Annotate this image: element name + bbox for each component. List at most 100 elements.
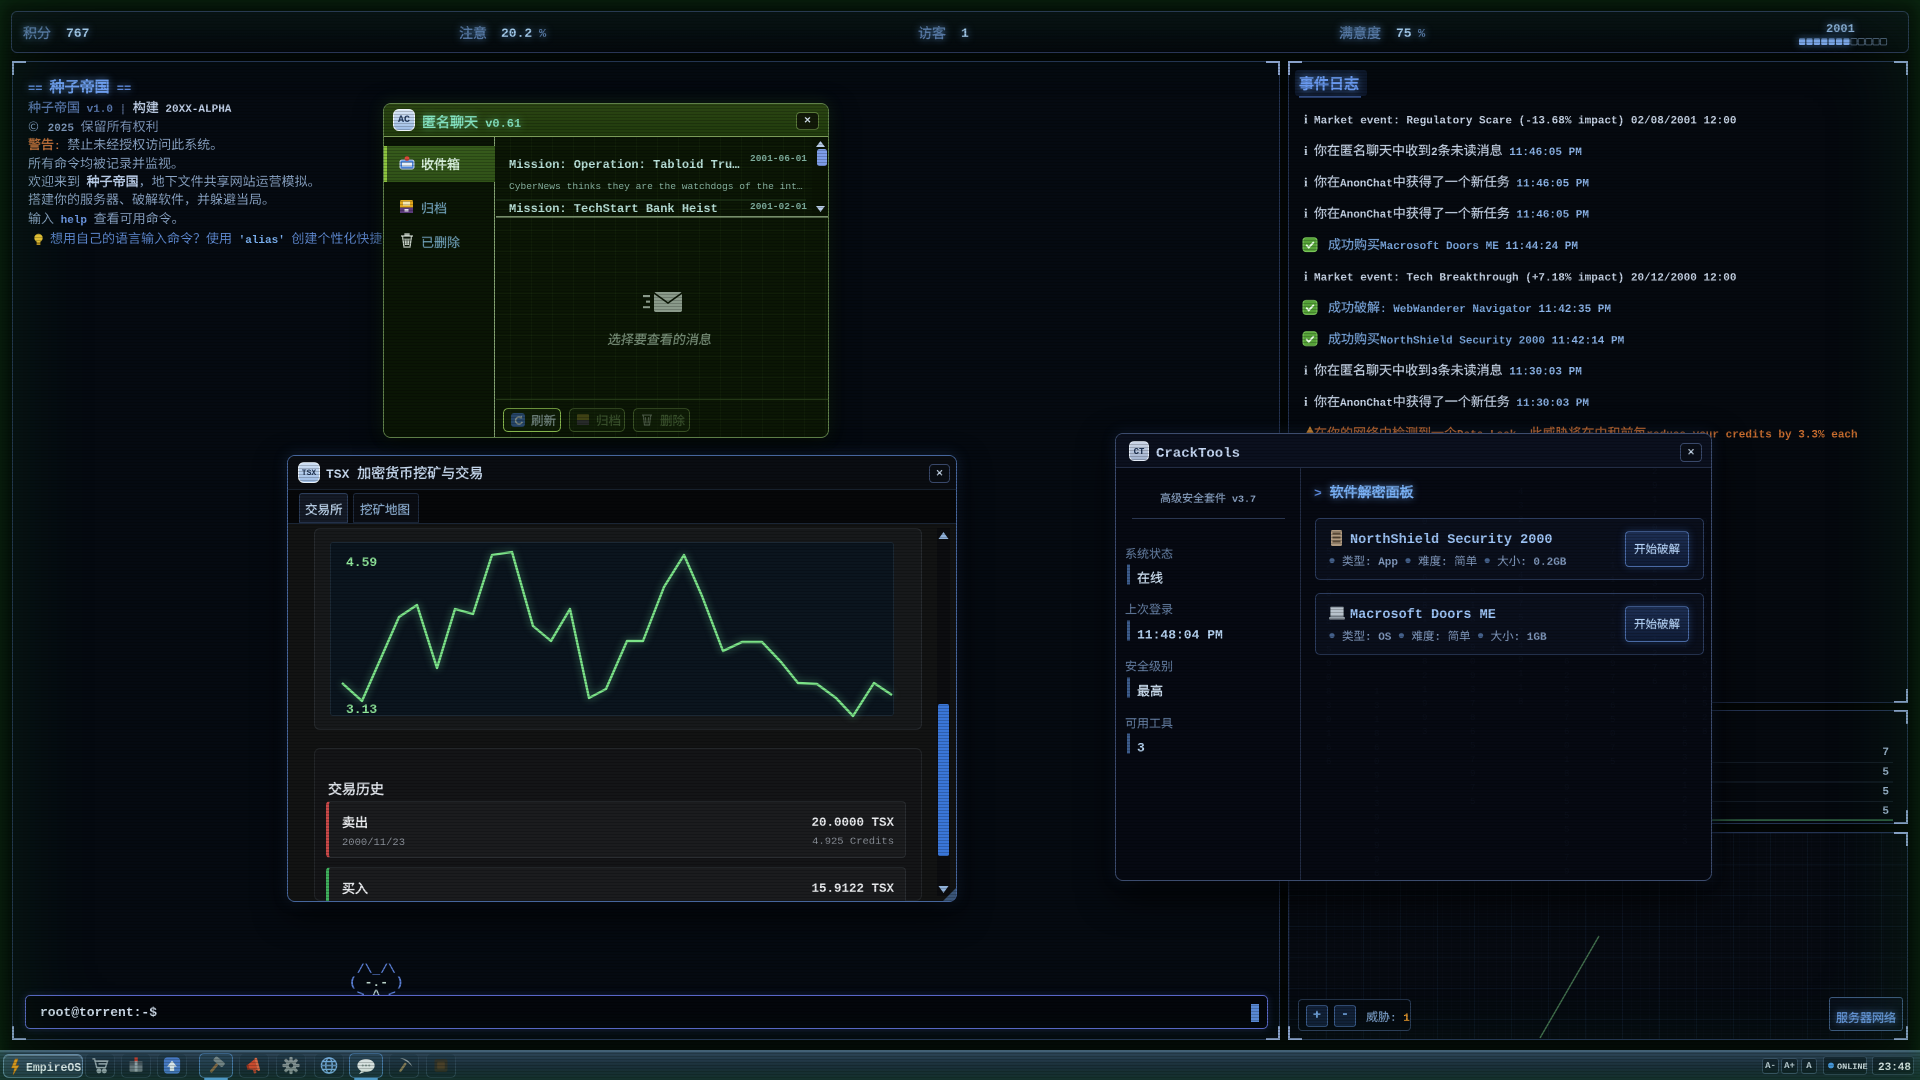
svg-text:AnonChat: AnonChat <box>1340 178 1393 190</box>
svg-text:i: i <box>1304 112 1308 127</box>
svg-text:0: 0 <box>1374 827 1379 837</box>
svg-text:8: 8 <box>1326 687 1331 697</box>
svg-text:11:42:14 PM: 11:42:14 PM <box>1552 335 1625 347</box>
svg-text:>: > <box>1314 486 1322 501</box>
svg-text:3: 3 <box>1326 701 1331 711</box>
svg-text:9: 9 <box>1702 685 1707 695</box>
svg-text:i: i <box>1304 394 1308 409</box>
svg-text:1: 1 <box>1374 715 1379 725</box>
svg-text:5: 5 <box>1564 825 1569 835</box>
svg-text:6: 6 <box>1682 711 1687 721</box>
svg-text:9: 9 <box>1564 783 1569 793</box>
svg-text:9: 9 <box>1564 839 1569 849</box>
svg-text:5: 5 <box>1610 715 1615 725</box>
svg-text:i: i <box>1304 363 1308 378</box>
svg-text:20.2: 20.2 <box>501 26 532 41</box>
svg-text:7: 7 <box>1564 853 1569 863</box>
svg-text:i: i <box>1304 143 1308 158</box>
svg-text:7: 7 <box>1470 755 1475 765</box>
svg-text:3: 3 <box>1652 579 1657 589</box>
svg-text:2: 2 <box>1564 671 1569 681</box>
svg-text:9: 9 <box>1374 771 1379 781</box>
svg-text:NorthShield Security 2000: NorthShield Security 2000 <box>1380 335 1545 347</box>
svg-text:7: 7 <box>1564 713 1569 723</box>
svg-text:8: 8 <box>1374 729 1379 739</box>
svg-text:9: 9 <box>1470 769 1475 779</box>
svg-text:1: 1 <box>1374 785 1379 795</box>
svg-text:1: 1 <box>1518 683 1523 693</box>
svg-text:3: 3 <box>1431 367 1438 379</box>
svg-text:6: 6 <box>1652 677 1657 687</box>
svg-text:75: 75 <box>1396 26 1412 41</box>
svg-text:2: 2 <box>1652 467 1657 477</box>
svg-text:2: 2 <box>1682 795 1687 805</box>
svg-text:5: 5 <box>1882 806 1889 818</box>
svg-text:3: 3 <box>1682 837 1687 847</box>
svg-text:2001-06-01: 2001-06-01 <box>750 153 807 164</box>
svg-text:==: == <box>117 82 131 96</box>
svg-text:4: 4 <box>1610 687 1615 697</box>
svg-text:8: 8 <box>1518 697 1523 707</box>
svg-text:WebWanderer Navigator: WebWanderer Navigator <box>1393 304 1532 316</box>
svg-text:8: 8 <box>1702 727 1707 737</box>
svg-text:6: 6 <box>1564 657 1569 667</box>
svg-text:7: 7 <box>1470 783 1475 793</box>
svg-text:5: 5 <box>1470 741 1475 751</box>
svg-text:6: 6 <box>1470 727 1475 737</box>
svg-text:3: 3 <box>1470 685 1475 695</box>
svg-text:1: 1 <box>1682 781 1687 791</box>
svg-text:1: 1 <box>1518 669 1523 679</box>
svg-text:4: 4 <box>1518 487 1523 497</box>
svg-text:9: 9 <box>1652 481 1657 491</box>
svg-text:6: 6 <box>1682 669 1687 679</box>
svg-text:-.-: -.- <box>365 975 388 990</box>
svg-text:9: 9 <box>1422 699 1427 709</box>
svg-text:i: i <box>1304 206 1308 221</box>
svg-text:20XX-ALPHA: 20XX-ALPHA <box>165 104 231 116</box>
svg-text:7: 7 <box>1652 663 1657 673</box>
svg-text:6: 6 <box>1564 727 1569 737</box>
svg-text:0: 0 <box>1326 673 1331 683</box>
svg-text:6: 6 <box>1326 743 1331 753</box>
svg-text:5: 5 <box>1610 757 1615 767</box>
svg-text:CyberNews thinks they are the: CyberNews thinks they are the watchdogs … <box>509 181 803 192</box>
svg-text:5: 5 <box>1682 725 1687 735</box>
svg-text:1: 1 <box>961 26 969 41</box>
svg-text:9: 9 <box>1702 671 1707 681</box>
svg-text:0: 0 <box>1374 757 1379 767</box>
svg-text:8: 8 <box>1422 657 1427 667</box>
svg-text::: : <box>54 141 61 153</box>
svg-text:9: 9 <box>1610 659 1615 669</box>
svg-text:9: 9 <box>1374 813 1379 823</box>
svg-text:Mission: TechStart Bank Heist: Mission: TechStart Bank Heist <box>509 202 718 216</box>
svg-text:1: 1 <box>1652 495 1657 505</box>
svg-text:5: 5 <box>1470 797 1475 807</box>
svg-text:2: 2 <box>1431 147 1438 159</box>
svg-text:6: 6 <box>1682 739 1687 749</box>
svg-text:7: 7 <box>1610 673 1615 683</box>
svg-text:3: 3 <box>1374 701 1379 711</box>
svg-text:2: 2 <box>1564 699 1569 709</box>
svg-text:3: 3 <box>1374 799 1379 809</box>
svg-text:1: 1 <box>1422 685 1427 695</box>
svg-text:i: i <box>1304 174 1308 189</box>
svg-text:11:46:05 PM: 11:46:05 PM <box>1516 210 1589 222</box>
svg-text:3: 3 <box>1682 753 1687 763</box>
svg-text:6: 6 <box>1374 869 1379 879</box>
svg-text:0: 0 <box>1610 729 1615 739</box>
svg-text:11:42:35 PM: 11:42:35 PM <box>1538 304 1611 316</box>
svg-text:AnonChat: AnonChat <box>1340 398 1393 410</box>
svg-text:==: == <box>28 82 42 96</box>
svg-text:0: 0 <box>1326 715 1331 725</box>
svg-text:3: 3 <box>1422 727 1427 737</box>
svg-text:(: ( <box>349 975 357 990</box>
svg-text:%: % <box>539 27 547 41</box>
svg-text:5: 5 <box>1564 811 1569 821</box>
svg-text:8: 8 <box>1564 769 1569 779</box>
svg-text:11:44:24 PM: 11:44:24 PM <box>1505 241 1578 253</box>
svg-text:): ) <box>396 975 404 990</box>
svg-text:23:48: 23:48 <box>1878 1062 1911 1074</box>
svg-text:0: 0 <box>1564 741 1569 751</box>
svg-text:|: | <box>120 104 127 116</box>
svg-text:2: 2 <box>1702 713 1707 723</box>
